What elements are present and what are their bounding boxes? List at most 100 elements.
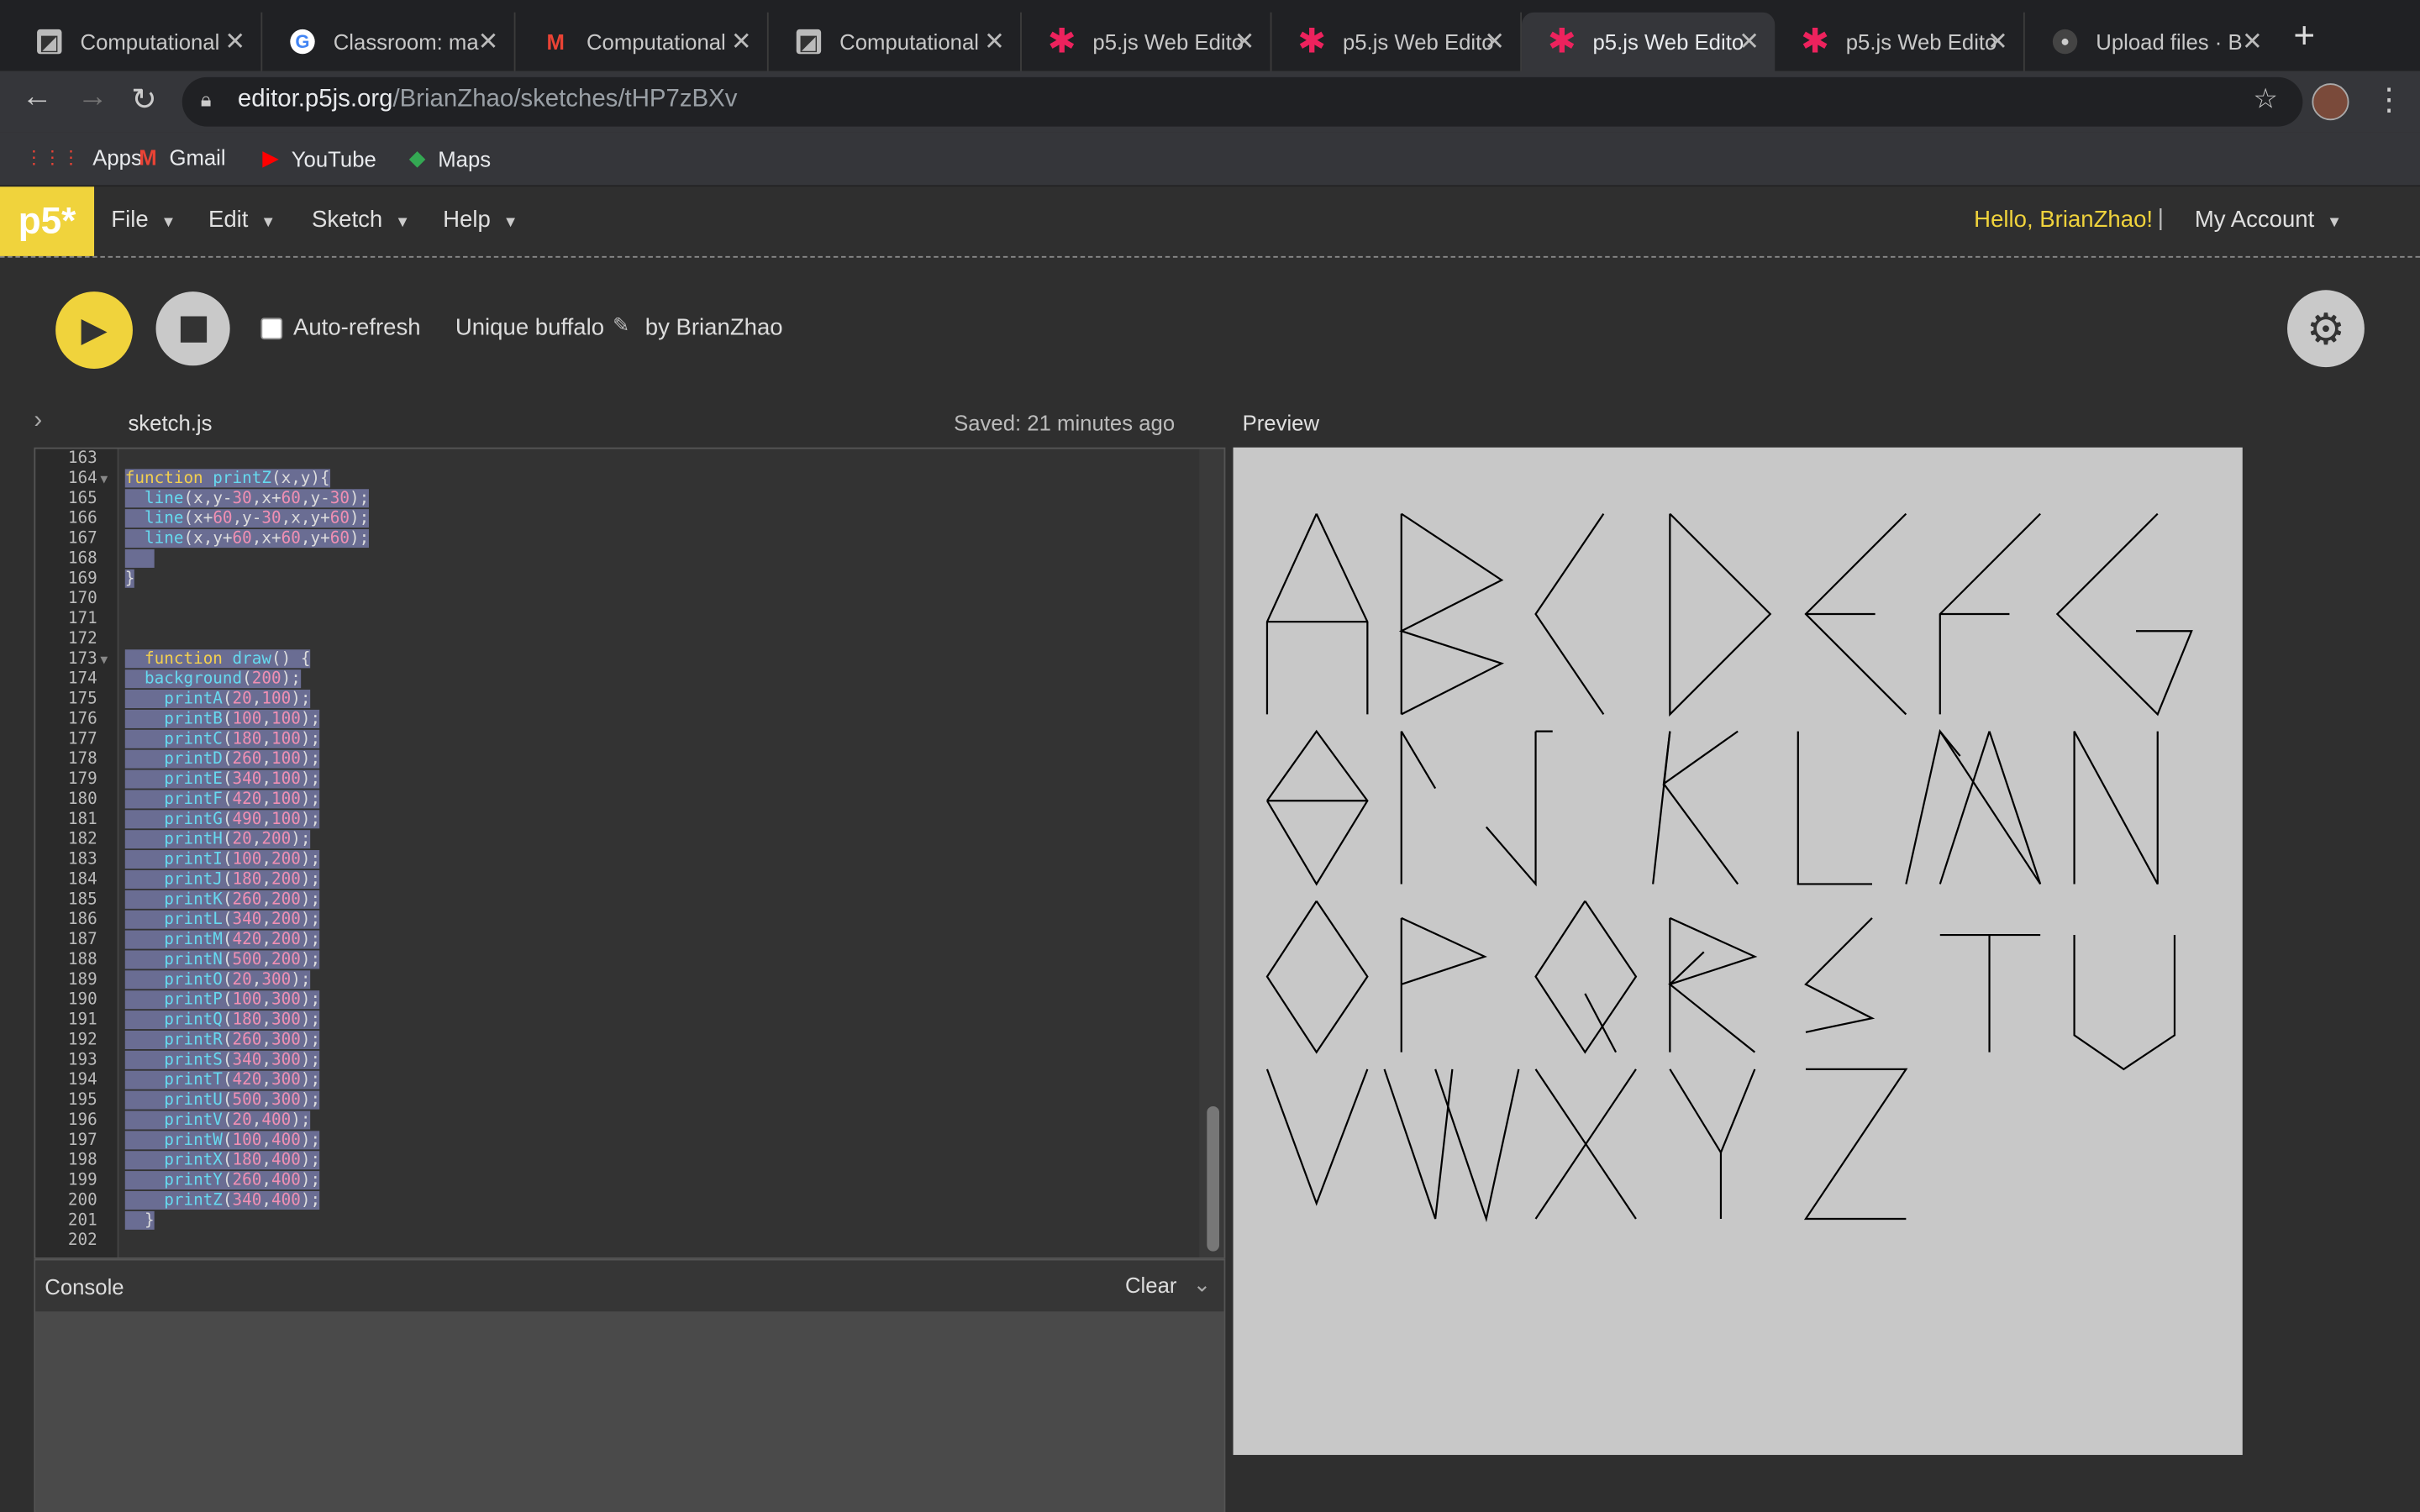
auto-refresh-checkbox[interactable] [260,318,283,340]
browser-tab-active[interactable]: ✱ p5.js Web Edito ✕ [1522,12,1776,71]
code-text[interactable]: printY(260,400); [124,1171,321,1191]
bookmark-star-icon[interactable]: ☆ [2253,83,2278,116]
code-text[interactable]: } [124,1210,155,1231]
code-text[interactable]: printW(100,400); [124,1131,321,1151]
editor-scrollbar[interactable] [1199,449,1224,1257]
code-text[interactable]: printS(340,300); [124,1050,321,1071]
code-text[interactable]: } [124,569,135,590]
clear-console-button[interactable]: Clear [1125,1273,1176,1297]
close-icon[interactable]: ✕ [731,26,752,57]
browser-tab[interactable]: ✱ p5.js Web Edito ✕ [1022,12,1272,71]
bookmarks-bar: ⋮⋮⋮ Apps M Gmail ▶ YouTube ◆ Maps [0,132,2420,187]
code-text[interactable] [124,549,155,570]
code-text[interactable]: printK(260,200); [124,890,321,911]
menu-label: File [111,207,149,234]
code-text[interactable]: line(x,y+60,x+60,y+60); [124,529,370,549]
browser-tab[interactable]: G Classroom: ma ✕ [262,12,516,71]
close-icon[interactable]: ✕ [1234,26,1255,57]
stop-button[interactable] [155,291,230,366]
browser-tab[interactable]: ✱ p5.js Web Edito ✕ [1271,12,1523,71]
menu-file[interactable]: File ▼ [111,207,176,233]
code-text[interactable]: printN(500,200); [124,950,321,970]
code-text[interactable]: printP(100,300); [124,990,321,1011]
scrollbar-thumb[interactable] [1207,1105,1220,1252]
code-text[interactable]: printO(20,300); [124,970,311,990]
settings-gear-icon[interactable]: ⚙ [2287,290,2365,368]
forward-arrow-icon[interactable]: → [77,81,108,116]
chevron-right-icon[interactable]: › [34,407,42,435]
menu-help[interactable]: Help ▼ [443,207,518,233]
close-icon[interactable]: ✕ [1484,26,1505,57]
code-text[interactable]: printQ(180,300); [124,1011,321,1031]
letter-l-drawing [1797,731,1872,885]
url-path: /BrianZhao/sketches/tHP7zBXv [392,86,738,113]
menu-sketch[interactable]: Sketch ▼ [312,207,410,233]
close-icon[interactable]: ✕ [2242,26,2263,57]
fold-arrow-icon[interactable]: ▼ [100,469,108,489]
console-output [35,1311,1224,1512]
profile-avatar[interactable] [2312,83,2349,121]
back-arrow-icon[interactable]: ← [22,81,53,116]
code-text[interactable]: printJ(180,200); [124,869,321,890]
code-text[interactable]: printX(180,400); [124,1151,321,1171]
url-text[interactable]: editor.p5js.org/BrianZhao/sketches/tHP7z… [238,87,738,114]
code-text[interactable]: printM(420,200); [124,930,321,951]
code-text[interactable]: background(200); [124,669,301,690]
pencil-icon[interactable]: ✎ [613,313,629,338]
code-text[interactable]: line(x+60,y-30,x,y+60); [124,509,370,529]
browser-tab[interactable]: ◩ Computational ✕ [9,12,263,71]
chevron-down-icon[interactable]: ⌄ [1193,1271,1212,1297]
code-text[interactable]: printC(180,100); [124,729,321,750]
code-text[interactable]: printT(420,300); [124,1070,321,1091]
code-text[interactable]: printV(20,400); [124,1110,311,1131]
bookmark-youtube[interactable]: ▶ YouTube [262,145,376,171]
youtube-icon: ▶ [262,144,280,171]
browser-tab[interactable]: ✱ p5.js Web Edito ✕ [1775,12,2025,71]
code-editor[interactable]: 163 164 ▼ function printZ(x,y){165 line(x,y… [34,447,1226,1259]
close-icon[interactable]: ✕ [1739,26,1760,57]
close-icon[interactable]: ✕ [478,26,499,57]
browser-tab[interactable]: ◩ Computational ✕ [769,12,1022,71]
play-button[interactable]: ▶ [55,291,133,369]
close-icon[interactable]: ✕ [984,26,1005,57]
browser-tab[interactable]: M Computational ✕ [515,12,769,71]
code-text[interactable]: printF(420,100); [124,790,321,810]
line-number: 196 [67,1110,97,1130]
code-text[interactable]: function printZ(x,y){ [124,469,330,489]
bookmark-apps[interactable]: ⋮⋮⋮ Apps [24,145,141,170]
code-text[interactable]: printA(20,100); [124,690,311,710]
code-text[interactable]: printR(260,300); [124,1030,321,1051]
file-name[interactable]: sketch.js [128,411,212,435]
code-text[interactable]: printL(340,200); [124,910,321,931]
code-text[interactable]: printI(100,200); [124,850,321,870]
browser-tab[interactable]: ● Upload files · B ✕ [2025,13,2278,71]
stroke [1939,731,1991,885]
close-icon[interactable]: ✕ [224,26,245,57]
code-text[interactable]: printZ(340,400); [124,1190,321,1211]
close-icon[interactable]: ✕ [1987,26,2008,57]
p5-logo[interactable]: p5* [0,186,95,256]
code-text[interactable]: line(x,y-30,x+60,y-30); [124,489,370,509]
reload-icon[interactable]: ↻ [131,81,157,119]
p5-asterisk-icon: ✱ [1297,21,1327,60]
sketch-name[interactable]: Unique buffalo [455,315,604,341]
code-text[interactable]: function draw() { [124,649,311,669]
auto-refresh-label[interactable]: Auto-refresh [293,315,421,341]
code-text[interactable]: printE(340,100); [124,769,321,790]
menu-edit[interactable]: Edit ▼ [208,207,276,233]
address-bar[interactable]: 🔒︎ editor.p5js.org/BrianZhao/sketches/tH… [182,76,2303,127]
code-text[interactable]: printD(260,100); [124,749,321,770]
new-tab-plus-icon[interactable]: + [2293,15,2315,58]
stroke [1669,1068,1756,1155]
bookmark-gmail[interactable]: M Gmail [139,145,225,170]
fold-arrow-icon[interactable]: ▼ [100,649,108,669]
my-account-menu[interactable]: My Account ▼ [2195,207,2342,233]
code-text[interactable]: printU(500,300); [124,1090,321,1111]
code-text[interactable]: printH(20,200); [124,830,311,850]
bookmark-label: Apps [92,144,142,171]
browser-menu-icon[interactable]: ⋮ [2374,81,2405,119]
code-text[interactable]: printG(490,100); [124,810,321,830]
bookmark-maps[interactable]: ◆ Maps [409,145,491,171]
code-text[interactable]: printB(100,100); [124,709,321,730]
preview-canvas[interactable] [1233,447,2243,1456]
